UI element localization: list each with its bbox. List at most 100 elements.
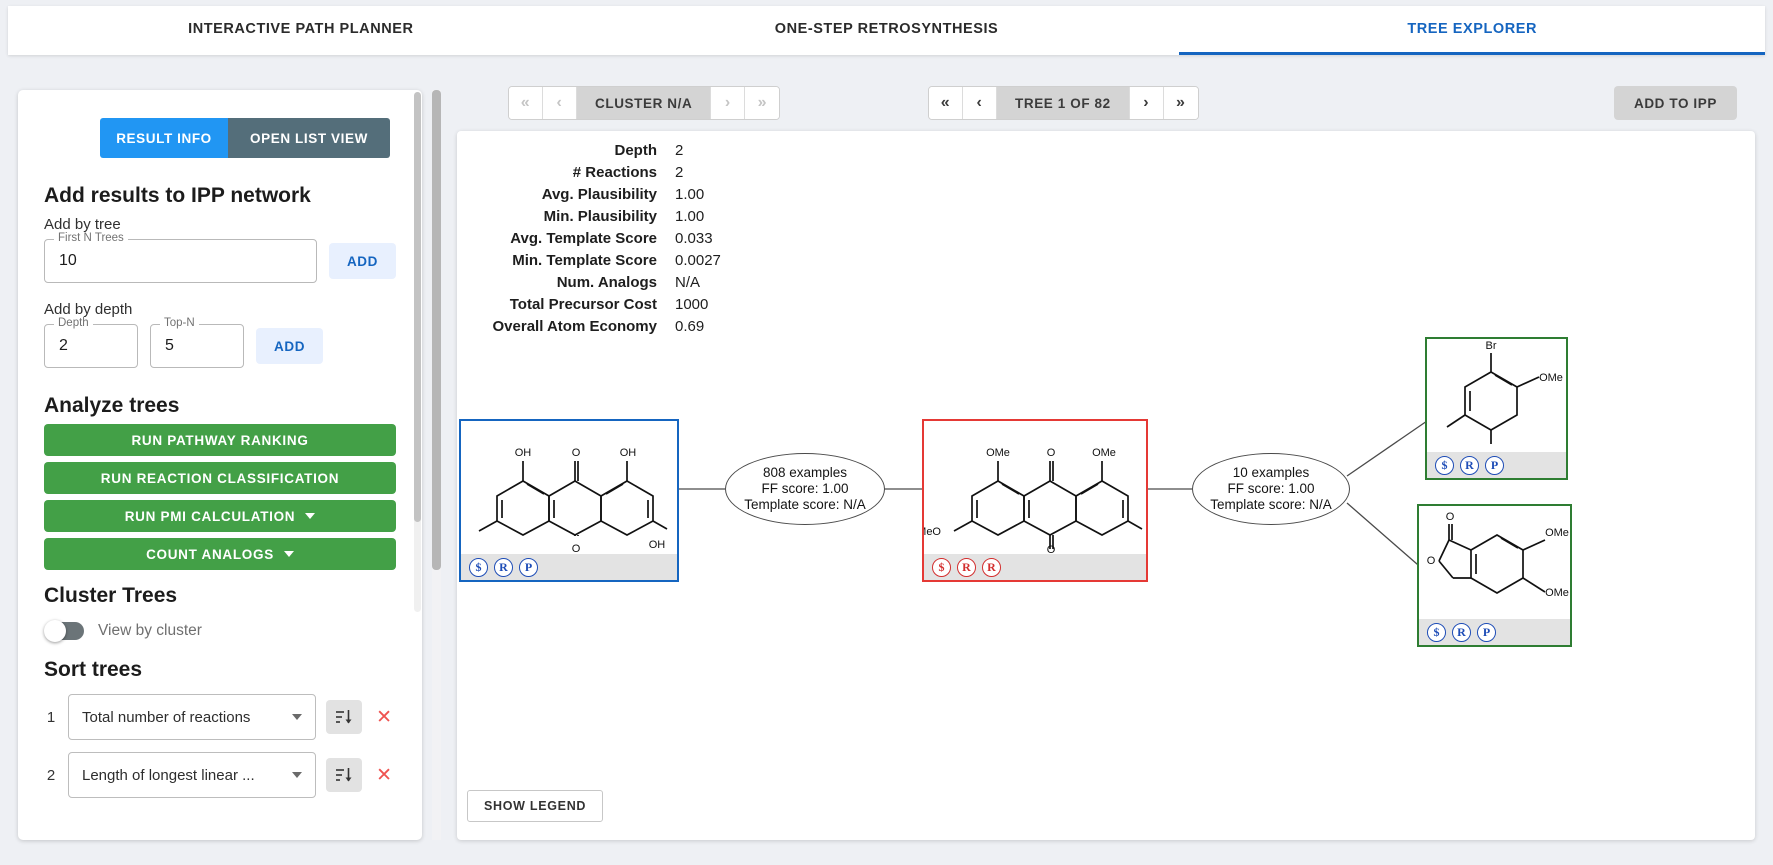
reaction-ff-score-2: FF score: 1.00 (1227, 481, 1315, 497)
first-n-trees-field[interactable]: First N Trees (44, 232, 317, 283)
cost-badge[interactable]: $ (932, 557, 951, 577)
table-row: Avg. Plausibility 1.00 (465, 183, 721, 205)
precursor-bottom-structure: OMe O O OMe (1427, 511, 1569, 599)
target-molecule-structure: OH O OH (478, 447, 668, 536)
precursor-badge[interactable]: P (1485, 455, 1504, 475)
tree-label: TREE 1 OF 82 (997, 87, 1130, 119)
precursor-badge[interactable]: P (1477, 622, 1496, 642)
tree-last-button[interactable]: » (1163, 87, 1198, 119)
reaction-badge[interactable]: R (494, 557, 513, 577)
reaction-badge[interactable]: R (1452, 622, 1471, 642)
analyze-trees-title: Analyze trees (44, 394, 180, 417)
atom-label-O: O (572, 543, 581, 554)
sort-descending-icon (336, 710, 352, 724)
target-molecule-node[interactable]: OH O OH OH O $ R P (459, 419, 679, 582)
info-key: Overall Atom Economy (492, 317, 658, 335)
precursor-top-node[interactable]: Br OMe $ R P (1425, 337, 1568, 480)
info-key: Avg. Plausibility (541, 185, 657, 203)
tree-prev-button[interactable]: ‹ (963, 87, 997, 119)
view-by-cluster-toggle[interactable] (44, 620, 84, 642)
view-by-cluster-label: View by cluster (98, 622, 202, 639)
chevron-down-icon (292, 772, 303, 778)
info-value: 2 (675, 163, 684, 181)
info-value: 1.00 (675, 207, 705, 225)
info-value: 0.69 (675, 317, 705, 335)
tab-tree-explorer[interactable]: TREE EXPLORER (1179, 6, 1766, 55)
add-by-tree-label: Add by tree (44, 216, 121, 233)
intermediate-molecule-node[interactable]: OMe O OMe MeO O $ R R (922, 419, 1148, 582)
run-reaction-classification-button[interactable]: RUN REACTION CLASSIFICATION (44, 462, 396, 494)
reaction-node-1[interactable]: 808 examples FF score: 1.00 Template sco… (725, 453, 885, 525)
tree-navigation-bar: « ‹ CLUSTER N/A › » « ‹ TREE 1 OF 82 › »… (450, 86, 1755, 128)
count-analogs-label: COUNT ANALOGS (146, 546, 274, 562)
open-list-view-button[interactable]: OPEN LIST VIEW (228, 118, 390, 158)
atom-label-O: O (1446, 511, 1455, 523)
add-results-title: Add results to IPP network (44, 184, 311, 207)
atom-label-O: O (1047, 447, 1056, 459)
reaction-template-score-1: Template score: N/A (744, 496, 866, 512)
add-by-depth-label: Add by depth (44, 301, 133, 318)
table-row: Num. Analogs N/A (465, 271, 721, 293)
info-value: 0.0027 (675, 251, 721, 269)
table-row: Min. Plausibility 1.00 (465, 205, 721, 227)
reaction-badge[interactable]: R (957, 557, 976, 577)
count-analogs-button[interactable]: COUNT ANALOGS (44, 538, 396, 570)
reaction-node-2[interactable]: 10 examples FF score: 1.00 Template scor… (1192, 453, 1350, 525)
sort-trees-title: Sort trees (44, 658, 143, 681)
intermediate-molecule-structure: OMe O OMe MeO O (924, 447, 1143, 554)
reaction-badge-2[interactable]: R (982, 557, 1001, 577)
topn-field[interactable]: Top-N (150, 317, 244, 368)
table-row: Avg. Template Score 0.033 (465, 227, 721, 249)
depth-input[interactable] (57, 336, 125, 356)
info-key: Total Precursor Cost (509, 295, 657, 313)
run-pmi-calculation-label: RUN PMI CALCULATION (124, 508, 296, 524)
sort-criterion-select-2[interactable]: Length of longest linear ... (68, 752, 317, 798)
main-tabbar: INTERACTIVE PATH PLANNER ONE-STEP RETROS… (8, 6, 1766, 55)
cluster-first-button[interactable]: « (509, 87, 543, 119)
atom-label-OH: OH (649, 539, 666, 551)
sort-direction-button-2[interactable] (326, 758, 363, 792)
info-key: # Reactions (572, 163, 657, 181)
info-value: 0.033 (675, 229, 713, 247)
table-row: Depth 2 (465, 139, 721, 161)
tab-one-step-retrosynthesis[interactable]: ONE-STEP RETROSYNTHESIS (594, 6, 1180, 55)
run-pmi-calculation-button[interactable]: RUN PMI CALCULATION (44, 500, 396, 532)
tab-interactive-path-planner[interactable]: INTERACTIVE PATH PLANNER (8, 6, 594, 55)
reaction-badge[interactable]: R (1460, 455, 1479, 475)
sort-criterion-value-1: Total number of reactions (82, 708, 251, 726)
atom-label-OMe: OMe (1539, 372, 1563, 384)
remove-sort-row-button-1[interactable]: ✕ (372, 708, 396, 727)
sidebar-scrollbar[interactable] (414, 92, 421, 612)
reaction-examples-1: 808 examples (762, 465, 848, 481)
precursor-bottom-node[interactable]: OMe O O OMe $ R P (1417, 504, 1572, 647)
main-panel-scrollbar[interactable] (432, 90, 441, 840)
sort-direction-button-1[interactable] (326, 700, 363, 734)
cost-badge[interactable]: $ (469, 557, 488, 577)
tree-navigation-group: « ‹ TREE 1 OF 82 › » (928, 86, 1199, 120)
precursor-top-badges: $ R P (1427, 452, 1566, 478)
precursor-badge[interactable]: P (519, 557, 538, 577)
result-info-button[interactable]: RESULT INFO (100, 118, 228, 158)
cluster-next-button[interactable]: › (711, 87, 746, 119)
sidebar-panel: RESULT INFO OPEN LIST VIEW Add results t… (18, 90, 422, 840)
cost-badge[interactable]: $ (1435, 455, 1454, 475)
info-key: Avg. Template Score (510, 229, 657, 247)
add-by-depth-button[interactable]: ADD (256, 328, 324, 364)
tree-next-button[interactable]: › (1129, 87, 1164, 119)
show-legend-button[interactable]: SHOW LEGEND (467, 790, 604, 822)
first-n-trees-input[interactable] (57, 251, 304, 271)
remove-sort-row-button-2[interactable]: ✕ (372, 766, 396, 785)
run-pathway-ranking-button[interactable]: RUN PATHWAY RANKING (44, 424, 396, 456)
add-to-ipp-button[interactable]: ADD TO IPP (1613, 86, 1737, 120)
depth-field[interactable]: Depth (44, 317, 138, 368)
atom-label-OMe: OMe (1545, 587, 1569, 599)
cluster-last-button[interactable]: » (745, 87, 780, 119)
info-value: 2 (675, 141, 684, 159)
cost-badge[interactable]: $ (1427, 622, 1446, 642)
add-by-tree-button[interactable]: ADD (328, 243, 396, 279)
table-row: Min. Template Score 0.0027 (465, 249, 721, 271)
tree-first-button[interactable]: « (929, 87, 963, 119)
cluster-prev-button[interactable]: ‹ (543, 87, 577, 119)
sort-criterion-select-1[interactable]: Total number of reactions (68, 694, 317, 740)
topn-input[interactable] (163, 336, 231, 356)
